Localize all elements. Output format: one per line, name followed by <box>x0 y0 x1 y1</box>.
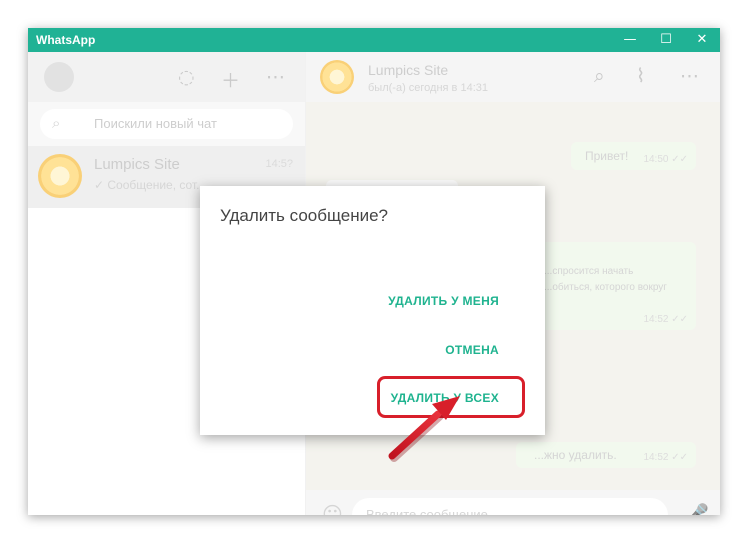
window-title: WhatsApp <box>36 33 96 47</box>
delete-for-me-button[interactable]: УДАЛИТЬ У МЕНЯ <box>388 294 499 308</box>
minimize-button[interactable]: — <box>612 28 648 52</box>
title-bar: WhatsApp — ☐ ✕ <box>28 28 720 52</box>
dialog-title: Удалить сообщение? <box>220 206 389 225</box>
cancel-button[interactable]: ОТМЕНА <box>445 343 499 357</box>
maximize-button[interactable]: ☐ <box>648 28 684 52</box>
pointer-arrow-icon <box>388 396 460 462</box>
close-button[interactable]: ✕ <box>684 28 720 52</box>
delete-message-dialog: Удалить сообщение? УДАЛИТЬ У МЕНЯ ОТМЕНА… <box>200 186 545 435</box>
